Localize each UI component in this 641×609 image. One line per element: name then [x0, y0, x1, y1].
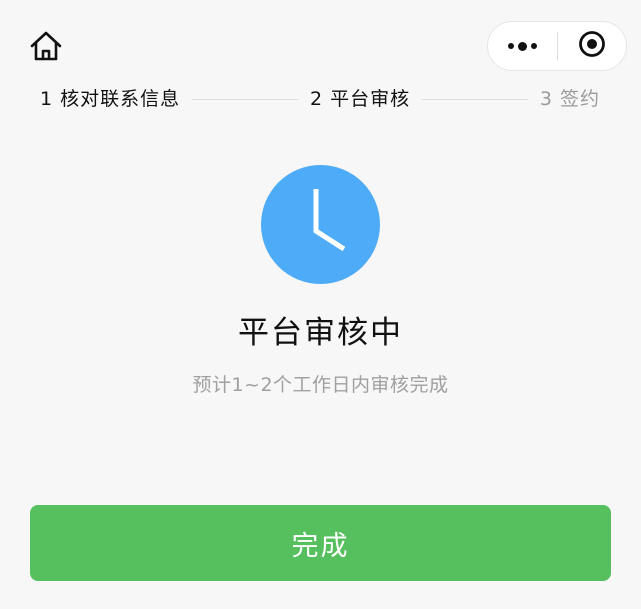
step-platform-review: 2 平台审核 — [309, 88, 411, 110]
step-connector — [192, 98, 298, 100]
more-icon — [506, 41, 539, 51]
miniprogram-capsule — [487, 21, 627, 71]
more-button[interactable] — [488, 22, 557, 70]
clock-icon — [261, 165, 380, 284]
home-button[interactable] — [26, 26, 66, 66]
step-verify-contact: 1 核对联系信息 — [40, 88, 181, 110]
status-title: 平台审核中 — [238, 315, 403, 351]
close-miniprogram-button[interactable] — [558, 22, 626, 70]
step-connector — [422, 98, 528, 100]
target-icon — [578, 30, 606, 62]
progress-steps: 1 核对联系信息 2 平台审核 3 签约 — [40, 86, 600, 112]
status-description: 预计1~2个工作日内审核完成 — [192, 374, 449, 396]
done-button[interactable]: 完成 — [30, 505, 611, 581]
home-icon — [28, 29, 64, 63]
step-sign: 3 签约 — [539, 88, 601, 110]
